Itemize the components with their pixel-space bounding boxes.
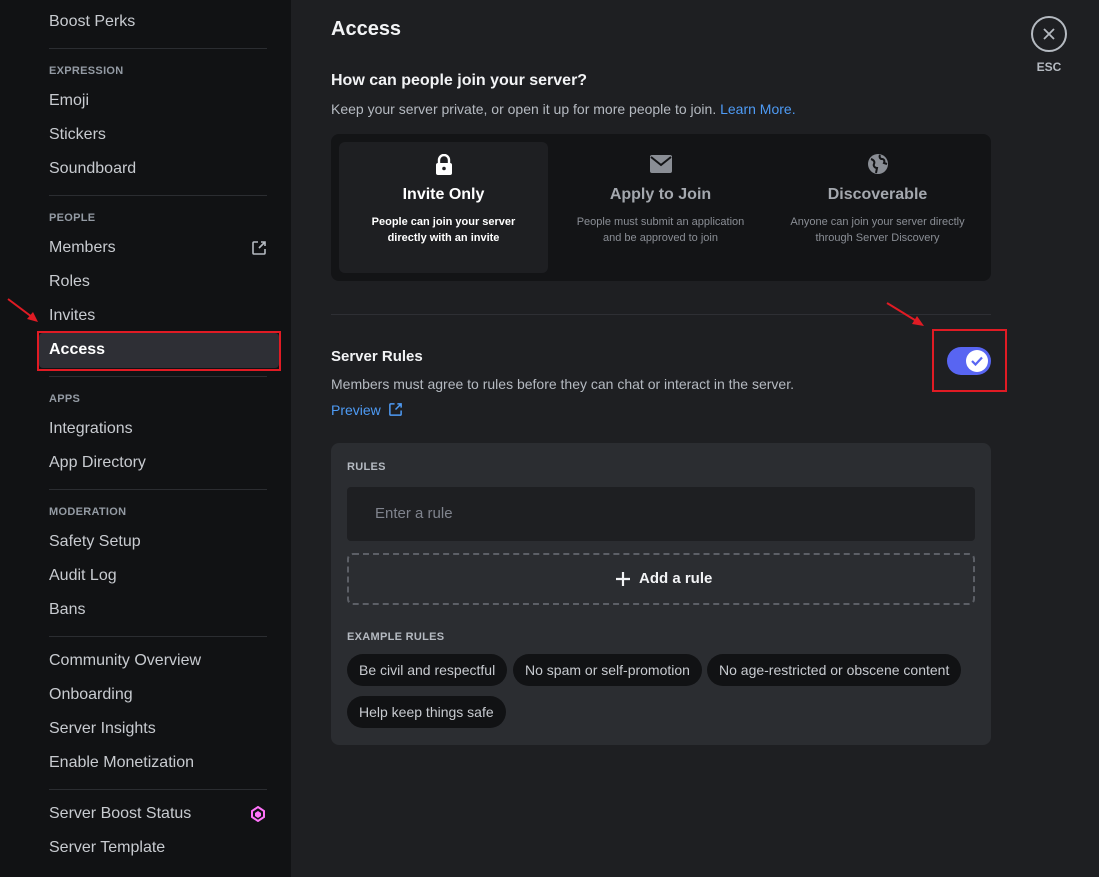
sidebar-item-soundboard[interactable]: Soundboard [49,159,136,179]
globe-icon [868,154,888,174]
sidebar-section-apps: APPS [49,393,81,405]
learn-more-link[interactable]: Learn More. [720,101,795,117]
page-title: Access [331,18,402,40]
rule-input[interactable]: Enter a rule [347,487,975,541]
option-description: People must submit an application and be… [576,216,745,244]
sidebar-divider [49,48,267,49]
sidebar-item-server-boost-status[interactable]: Server Boost Status [49,804,191,824]
sidebar-divider [49,636,267,637]
sidebar-item-integrations[interactable]: Integrations [49,419,133,439]
server-rules-description: Members must agree to rules before they … [331,376,794,392]
settings-sidebar: Boost Perks EXPRESSION Emoji Stickers So… [0,0,291,877]
boost-gem-icon [251,806,265,822]
sidebar-item-safety-setup[interactable]: Safety Setup [49,532,141,552]
option-title: Discoverable [827,186,928,203]
sidebar-divider [49,789,267,790]
rule-input-placeholder: Enter a rule [375,505,453,522]
sidebar-item-invites[interactable]: Invites [49,306,95,326]
option-title: Apply to Join [609,186,712,203]
annotation-arrow-icon [7,298,38,322]
sidebar-item-bans[interactable]: Bans [49,600,85,620]
example-rules-header: EXAMPLE RULES [347,631,445,643]
sidebar-section-moderation: MODERATION [49,506,127,518]
example-rule-chip[interactable]: Be civil and respectful [347,654,508,686]
sidebar-section-expression: EXPRESSION [49,65,124,77]
example-rule-chip[interactable]: Help keep things safe [347,696,506,728]
server-rules-title: Server Rules [331,348,423,365]
example-rule-chip[interactable]: No age-restricted or obscene content [707,654,962,686]
esc-label: ESC [1036,60,1062,74]
sidebar-item-roles[interactable]: Roles [49,272,90,292]
sidebar-item-cutoff[interactable] [49,872,149,877]
sidebar-item-app-directory[interactable]: App Directory [49,453,146,473]
sidebar-item-server-insights[interactable]: Server Insights [49,719,156,739]
rules-card: RULES Enter a rule Add a rule EXAMPLE RU… [331,443,991,745]
mail-icon [650,155,672,173]
main-content: Access How can people join your server? … [291,0,1099,877]
option-description: Anyone can join your server directly thr… [790,216,965,244]
sidebar-item-server-template[interactable]: Server Template [49,838,165,858]
sidebar-divider [49,195,267,196]
sidebar-item-community-overview[interactable]: Community Overview [49,651,201,671]
option-apply-to-join[interactable]: Apply to Join People must submit an appl… [556,142,765,273]
rules-header: RULES [347,461,386,473]
sidebar-item-enable-monetization[interactable]: Enable Monetization [49,753,194,773]
lock-icon [436,154,452,175]
sidebar-divider [49,489,267,490]
sidebar-item-boost-perks[interactable]: Boost Perks [49,12,135,32]
option-description: People can join your server directly wit… [371,216,516,244]
sidebar-item-members[interactable]: Members [49,238,116,258]
preview-label: Preview [331,402,381,418]
plus-icon [616,572,630,586]
preview-link[interactable]: Preview [331,402,403,418]
annotation-arrow-icon [886,302,924,326]
annotation-highlight-box [932,329,1007,392]
option-title: Invite Only [402,186,485,203]
sidebar-divider [49,376,267,377]
example-rule-chip[interactable]: No spam or self-promotion [513,654,702,686]
external-link-icon [388,403,402,416]
join-description-text: Keep your server private, or open it up … [331,101,717,117]
join-heading: How can people join your server? [331,72,588,89]
access-options-card: Invite Only People can join your server … [331,134,991,281]
sidebar-item-stickers[interactable]: Stickers [49,125,106,145]
join-description: Keep your server private, or open it up … [331,101,796,117]
add-rule-button[interactable]: Add a rule [347,553,975,605]
annotation-highlight-box [37,331,281,371]
close-icon [1043,28,1055,40]
sidebar-section-people: PEOPLE [49,212,96,224]
close-button[interactable] [1031,16,1067,52]
sidebar-item-audit-log[interactable]: Audit Log [49,566,117,586]
external-link-icon [252,241,266,255]
sidebar-item-onboarding[interactable]: Onboarding [49,685,133,705]
sidebar-item-emoji[interactable]: Emoji [49,91,89,111]
option-discoverable[interactable]: Discoverable Anyone can join your server… [773,142,982,273]
option-invite-only[interactable]: Invite Only People can join your server … [339,142,548,273]
add-rule-label: Add a rule [639,570,713,587]
